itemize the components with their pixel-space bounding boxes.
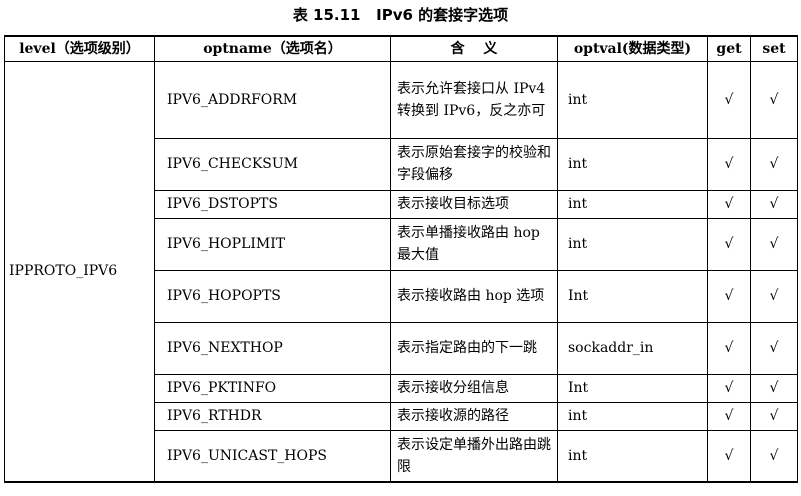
desc-cell: 表示接收分组信息 xyxy=(390,373,558,403)
header-get: get xyxy=(707,35,751,62)
optname-cell: IPV6_ADDRFORM xyxy=(154,60,391,139)
desc-cell: 表示指定路由的下一跳 xyxy=(390,321,558,375)
get-check: √ xyxy=(707,217,751,271)
optval-cell: sockaddr_in xyxy=(557,321,708,375)
set-check: √ xyxy=(750,137,798,191)
set-check: √ xyxy=(750,321,798,375)
optval-cell: int xyxy=(557,217,708,271)
get-check: √ xyxy=(707,60,751,139)
optname-cell: IPV6_NEXTHOP xyxy=(154,321,391,375)
set-check: √ xyxy=(750,373,798,403)
optname-cell: IPV6_UNICAST_HOPS xyxy=(154,429,391,483)
optname-cell: IPV6_HOPOPTS xyxy=(154,269,391,323)
set-check: √ xyxy=(750,401,798,431)
optname-cell: IPV6_CHECKSUM xyxy=(154,137,391,191)
desc-cell: 表示原始套接字的校验和字段偏移 xyxy=(390,137,558,191)
get-check: √ xyxy=(707,401,751,431)
get-check: √ xyxy=(707,137,751,191)
optname-cell: IPV6_HOPLIMIT xyxy=(154,217,391,271)
set-check: √ xyxy=(750,269,798,323)
desc-cell: 表示接收目标选项 xyxy=(390,189,558,219)
header-level: level（选项级别） xyxy=(4,35,155,62)
set-check: √ xyxy=(750,189,798,219)
optval-cell: Int xyxy=(557,373,708,403)
get-check: √ xyxy=(707,189,751,219)
desc-cell: 表示设定单播外出路由跳限 xyxy=(390,429,558,483)
table-header-row: level（选项级别） optname（选项名） 含 义 optval(数据类型… xyxy=(4,35,798,62)
desc-cell: 表示单播接收路由 hop 最大值 xyxy=(390,217,558,271)
optname-cell: IPV6_DSTOPTS xyxy=(154,189,391,219)
optval-cell: Int xyxy=(557,269,708,323)
get-check: √ xyxy=(707,269,751,323)
desc-cell: 表示接收源的路径 xyxy=(390,401,558,431)
optval-cell: int xyxy=(557,189,708,219)
header-set: set xyxy=(750,35,798,62)
desc-cell: 表示接收路由 hop 选项 xyxy=(390,269,558,323)
get-check: √ xyxy=(707,373,751,403)
optval-cell: int xyxy=(557,60,708,139)
get-check: √ xyxy=(707,429,751,483)
header-meaning: 含 义 xyxy=(390,35,558,62)
header-optval: optval(数据类型) xyxy=(557,35,708,62)
optname-cell: IPV6_PKTINFO xyxy=(154,373,391,403)
header-optname: optname（选项名） xyxy=(154,35,391,62)
optval-cell: int xyxy=(557,401,708,431)
optval-cell: int xyxy=(557,429,708,483)
optname-cell: IPV6_RTHDR xyxy=(154,401,391,431)
get-check: √ xyxy=(707,321,751,375)
optval-cell: int xyxy=(557,137,708,191)
desc-cell: 表示允许套接口从 IPv4 转换到 IPv6，反之亦可 xyxy=(390,60,558,139)
level-cell: IPPROTO_IPV6 xyxy=(4,60,155,483)
set-check: √ xyxy=(750,60,798,139)
table-caption: 表 15.11 IPv6 的套接字选项 xyxy=(292,6,509,24)
set-check: √ xyxy=(750,429,798,483)
ipv6-socket-options-table: level（选项级别） optname（选项名） 含 义 optval(数据类型… xyxy=(4,35,798,483)
set-check: √ xyxy=(750,217,798,271)
table-row: IPPROTO_IPV6 IPV6_ADDRFORM 表示允许套接口从 IPv4… xyxy=(4,60,798,483)
